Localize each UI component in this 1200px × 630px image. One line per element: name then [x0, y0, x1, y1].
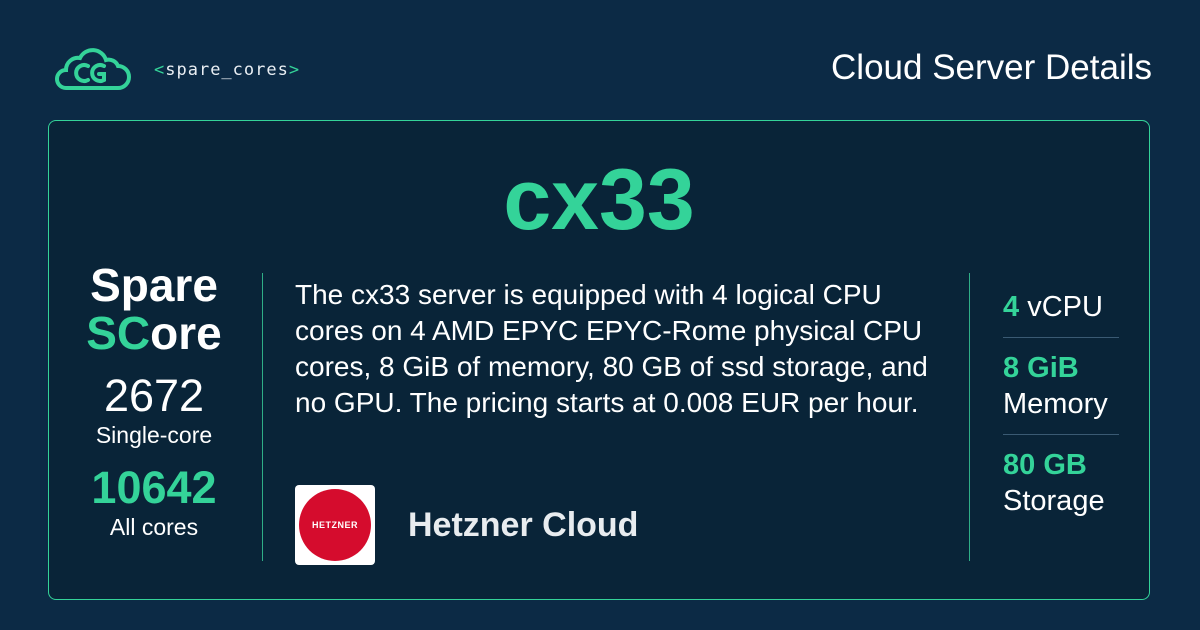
vendor[interactable]: HETZNER Hetzner Cloud	[295, 485, 638, 565]
server-description: The cx33 server is equipped with 4 logic…	[295, 279, 928, 418]
spec-vcpu: 4 vCPU	[1003, 291, 1103, 323]
server-name: cx33	[503, 152, 695, 248]
server-card: cx33 Spare SCore 2672 Single-core 10642 …	[48, 120, 1150, 600]
page-title: Cloud Server Details	[831, 48, 1152, 87]
spare-cores-logo[interactable]: <spare_cores>	[52, 48, 300, 92]
divider-left	[262, 273, 263, 561]
spec-memory: 8 GiB Memory	[1003, 352, 1108, 420]
spare-cores-cloud-logo-icon	[55, 48, 131, 90]
spare-score-panel: Spare SCore 2672 Single-core 10642 All c…	[59, 261, 249, 541]
vendor-name: Hetzner Cloud	[408, 505, 639, 544]
all-cores-label: All cores	[109, 514, 199, 540]
single-core-score: 2672	[103, 370, 205, 421]
specs-panel: 4 vCPU 8 GiB Memory 80 GB Storage	[1003, 289, 1119, 519]
single-core-label: Single-core	[95, 422, 213, 448]
spare-score-brand: Spare SCore	[86, 259, 222, 359]
all-cores-score: 10642	[91, 462, 217, 513]
logo-text: <spare_cores>	[154, 60, 301, 80]
hetzner-logo-icon: HETZNER	[295, 485, 375, 565]
spec-storage: 80 GB Storage	[1003, 449, 1105, 517]
divider-right	[969, 273, 970, 561]
header: <spare_cores> Cloud Server Details	[0, 0, 1200, 120]
